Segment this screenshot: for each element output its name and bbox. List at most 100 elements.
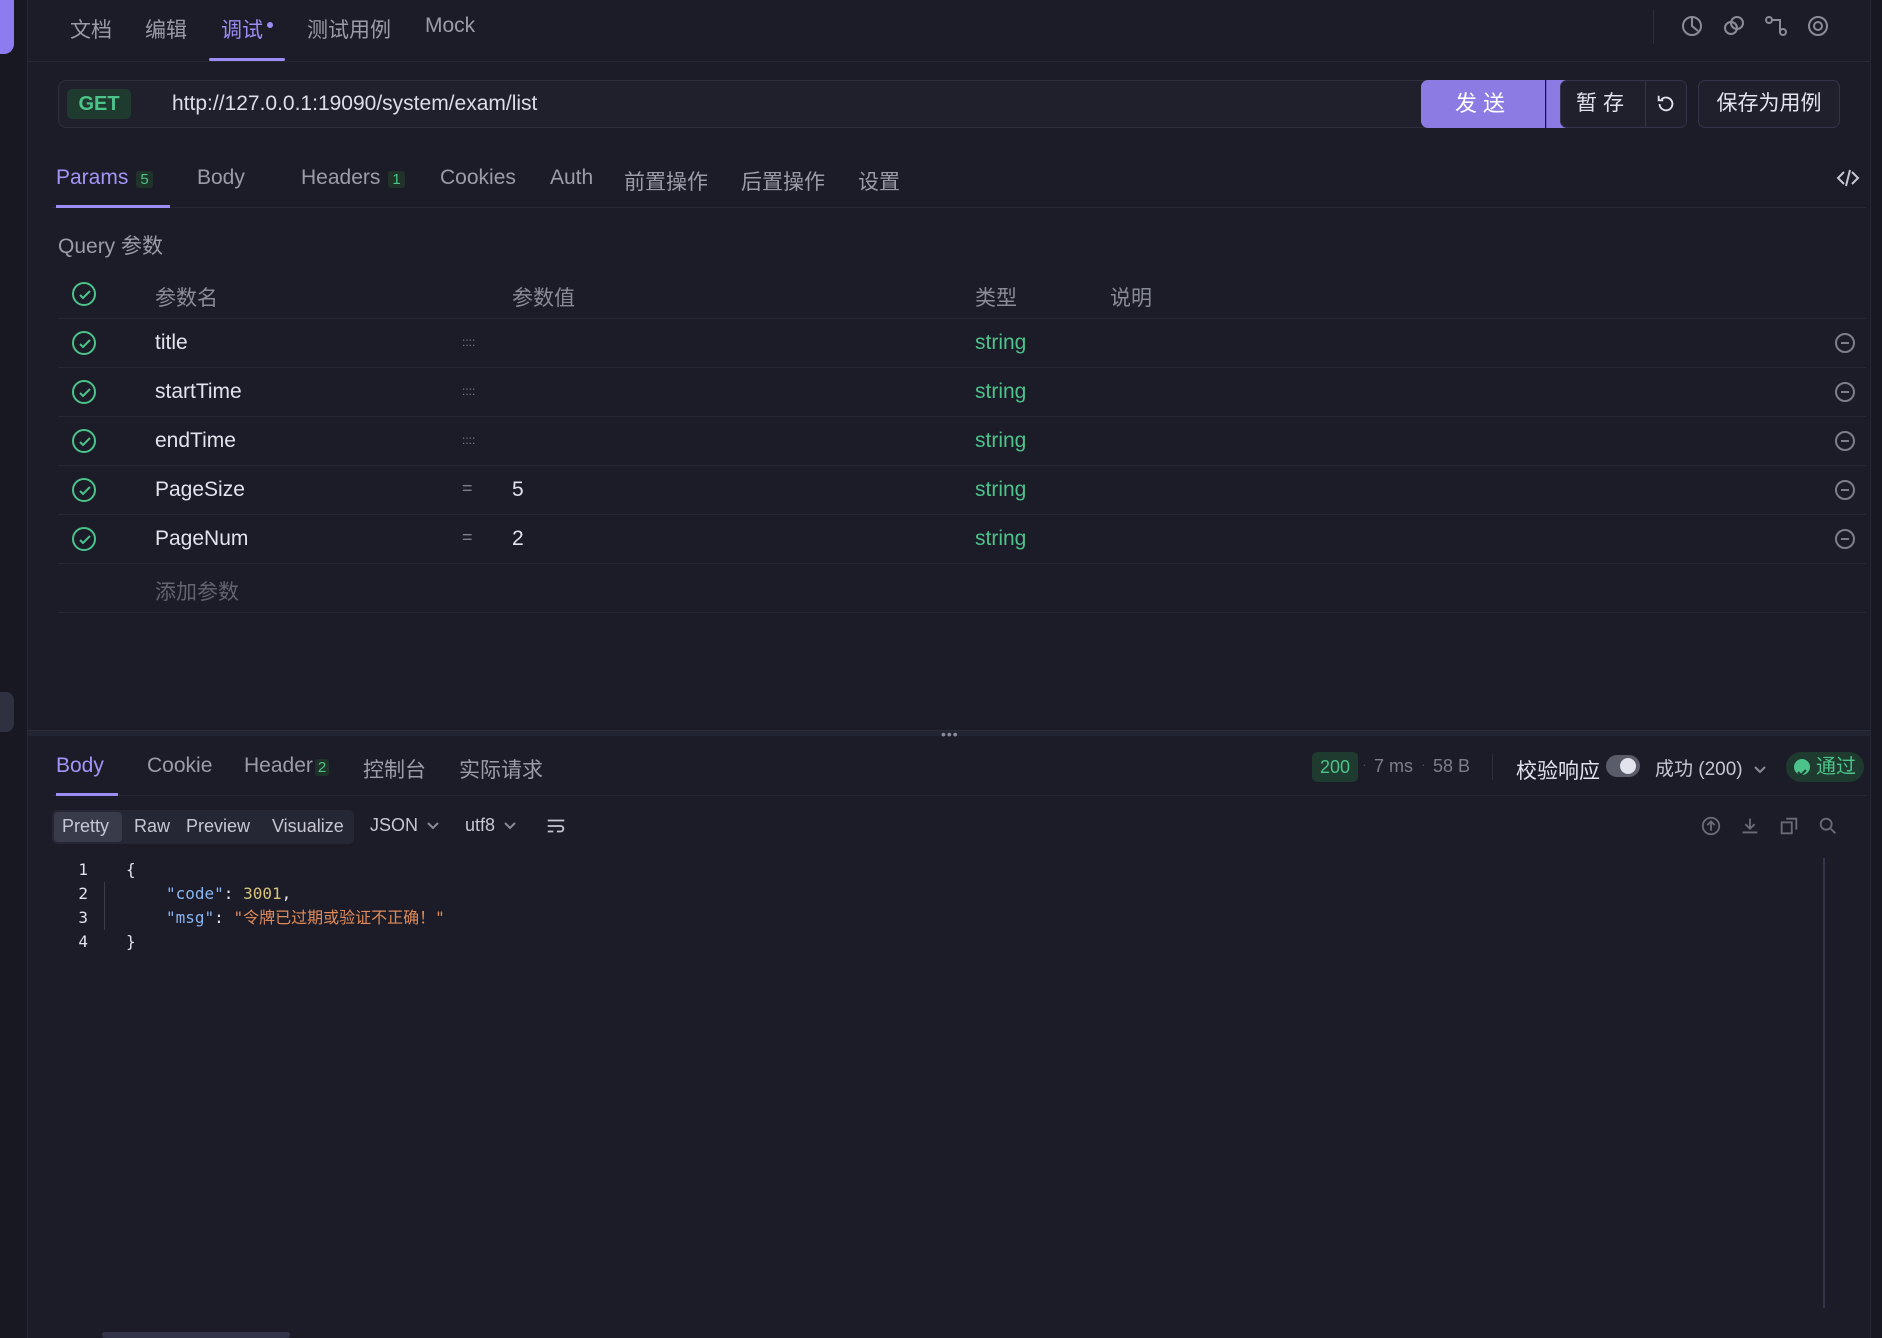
encoding-select[interactable]: utf8 — [465, 815, 517, 836]
param-operator[interactable]: :::: — [462, 335, 475, 349]
param-enable-checkbox[interactable] — [72, 527, 96, 551]
param-value[interactable]: 2 — [512, 527, 524, 551]
table-row: title :::: string — [58, 319, 1866, 368]
request-tabs: Params 5 Body Headers 1 Cookies Auth 前置操作 … — [52, 160, 1866, 208]
tab-headers-label: Headers — [301, 166, 381, 189]
view-pretty[interactable]: Pretty — [62, 816, 109, 837]
url-input[interactable]: http://127.0.0.1:19090/system/exam/list — [172, 92, 537, 116]
reset-button[interactable] — [1645, 80, 1687, 128]
remove-param-icon[interactable] — [1835, 382, 1855, 402]
verify-response-toggle[interactable] — [1606, 755, 1640, 777]
url-bar: GET http://127.0.0.1:19090/system/exam/l… — [58, 80, 1436, 128]
expected-response-value: 成功 (200) — [1655, 759, 1743, 780]
expected-response-select[interactable]: 成功 (200) — [1655, 754, 1767, 781]
tab-pre-operations[interactable]: 前置操作 — [624, 166, 708, 196]
view-visualize[interactable]: Visualize — [272, 816, 344, 837]
param-operator[interactable]: = — [462, 478, 473, 499]
param-type[interactable]: string — [975, 478, 1026, 502]
table-row: PageNum = 2 string — [58, 515, 1866, 564]
tab-params[interactable]: Params 5 — [56, 166, 153, 190]
search-icon[interactable] — [1817, 815, 1839, 837]
share-icon[interactable] — [1722, 14, 1746, 38]
param-enable-checkbox[interactable] — [72, 429, 96, 453]
temp-save-button[interactable]: 暂存 — [1560, 80, 1646, 128]
sidebar-handle-top[interactable] — [0, 0, 14, 54]
param-value[interactable]: 5 — [512, 478, 524, 502]
splitter-grip-icon[interactable]: ••• — [941, 726, 959, 742]
code-icon[interactable] — [1836, 166, 1860, 190]
param-enable-checkbox[interactable] — [72, 380, 96, 404]
tab-cookies[interactable]: Cookies — [440, 166, 516, 190]
unsaved-dot-icon — [267, 22, 273, 28]
json-key: "code" — [166, 884, 224, 903]
settings-gear-icon[interactable] — [1806, 14, 1830, 38]
chevron-down-icon — [427, 822, 439, 830]
param-type[interactable]: string — [975, 380, 1026, 404]
param-type[interactable]: string — [975, 331, 1026, 355]
tab-response-header-label: Header — [244, 754, 313, 777]
param-name[interactable]: PageNum — [155, 527, 248, 551]
headers-count: 1 — [388, 171, 405, 188]
remove-param-icon[interactable] — [1835, 333, 1855, 353]
code-vertical-scrollbar[interactable] — [1823, 858, 1825, 1308]
col-header-name: 参数名 — [155, 287, 218, 310]
view-preview[interactable]: Preview — [186, 816, 250, 837]
flow-icon[interactable] — [1764, 14, 1788, 38]
tab-headers[interactable]: Headers 1 — [301, 166, 405, 190]
line-number: 1 — [78, 860, 88, 879]
remove-param-icon[interactable] — [1835, 529, 1855, 549]
tab-response-header[interactable]: Header 2 — [244, 754, 330, 778]
tab-response-cookie[interactable]: Cookie — [147, 754, 212, 778]
tab-auth[interactable]: Auth — [550, 166, 593, 190]
right-edge-strip — [1870, 0, 1882, 1338]
remove-param-icon[interactable] — [1835, 480, 1855, 500]
param-name[interactable]: PageSize — [155, 478, 245, 502]
param-name[interactable]: endTime — [155, 429, 236, 453]
download-icon[interactable] — [1739, 815, 1761, 837]
tab-edit[interactable]: 编辑 — [145, 14, 187, 44]
tab-post-operations[interactable]: 后置操作 — [741, 166, 825, 196]
copy-icon[interactable] — [1778, 815, 1800, 837]
param-enable-checkbox[interactable] — [72, 331, 96, 355]
upload-icon[interactable] — [1700, 815, 1722, 837]
tab-settings[interactable]: 设置 — [858, 166, 900, 196]
tab-docs[interactable]: 文档 — [70, 14, 112, 44]
sidebar-handle-mid[interactable] — [0, 692, 14, 732]
col-header-value: 参数值 — [512, 287, 575, 310]
tab-debug[interactable]: 调试 — [221, 14, 273, 44]
check-icon — [79, 535, 91, 545]
main-panel: 文档 编辑 调试 测试用例 Mock GET http://127.0.0.1:… — [28, 0, 1870, 1338]
tab-response-body[interactable]: Body — [56, 754, 104, 778]
json-colon: : — [223, 884, 244, 903]
pass-label: 通过 — [1816, 756, 1856, 778]
http-method-select[interactable]: GET — [67, 89, 131, 119]
view-raw[interactable]: Raw — [134, 816, 170, 837]
word-wrap-icon[interactable] — [545, 815, 567, 837]
param-operator[interactable]: :::: — [462, 433, 475, 447]
remove-param-icon[interactable] — [1835, 431, 1855, 451]
table-header-row: 参数名 参数值 类型 说明 — [58, 270, 1866, 319]
save-as-case-button[interactable]: 保存为用例 — [1698, 80, 1840, 128]
tab-actual-request[interactable]: 实际请求 — [459, 754, 543, 784]
send-button[interactable]: 发送 — [1421, 80, 1545, 128]
tab-console[interactable]: 控制台 — [363, 754, 426, 784]
tab-test-cases[interactable]: 测试用例 — [307, 14, 391, 44]
horizontal-scrollbar[interactable] — [102, 1332, 290, 1338]
param-type[interactable]: string — [975, 429, 1026, 453]
param-name[interactable]: startTime — [155, 380, 242, 404]
meta-separator: · — [1362, 756, 1367, 772]
param-type[interactable]: string — [975, 527, 1026, 551]
query-params-label: Query 参数 — [58, 235, 164, 258]
add-param-input[interactable]: 添加参数 — [155, 576, 239, 606]
format-select[interactable]: JSON — [370, 815, 440, 836]
param-operator[interactable]: :::: — [462, 384, 475, 398]
tab-debug-label: 调试 — [221, 19, 263, 42]
select-all-checkbox[interactable] — [72, 282, 96, 306]
tab-body[interactable]: Body — [197, 166, 245, 190]
param-enable-checkbox[interactable] — [72, 478, 96, 502]
tab-mock[interactable]: Mock — [425, 14, 475, 38]
response-header-count: 2 — [314, 759, 330, 776]
param-name[interactable]: title — [155, 331, 188, 355]
history-chart-icon[interactable] — [1680, 14, 1704, 38]
param-operator[interactable]: = — [462, 527, 473, 548]
